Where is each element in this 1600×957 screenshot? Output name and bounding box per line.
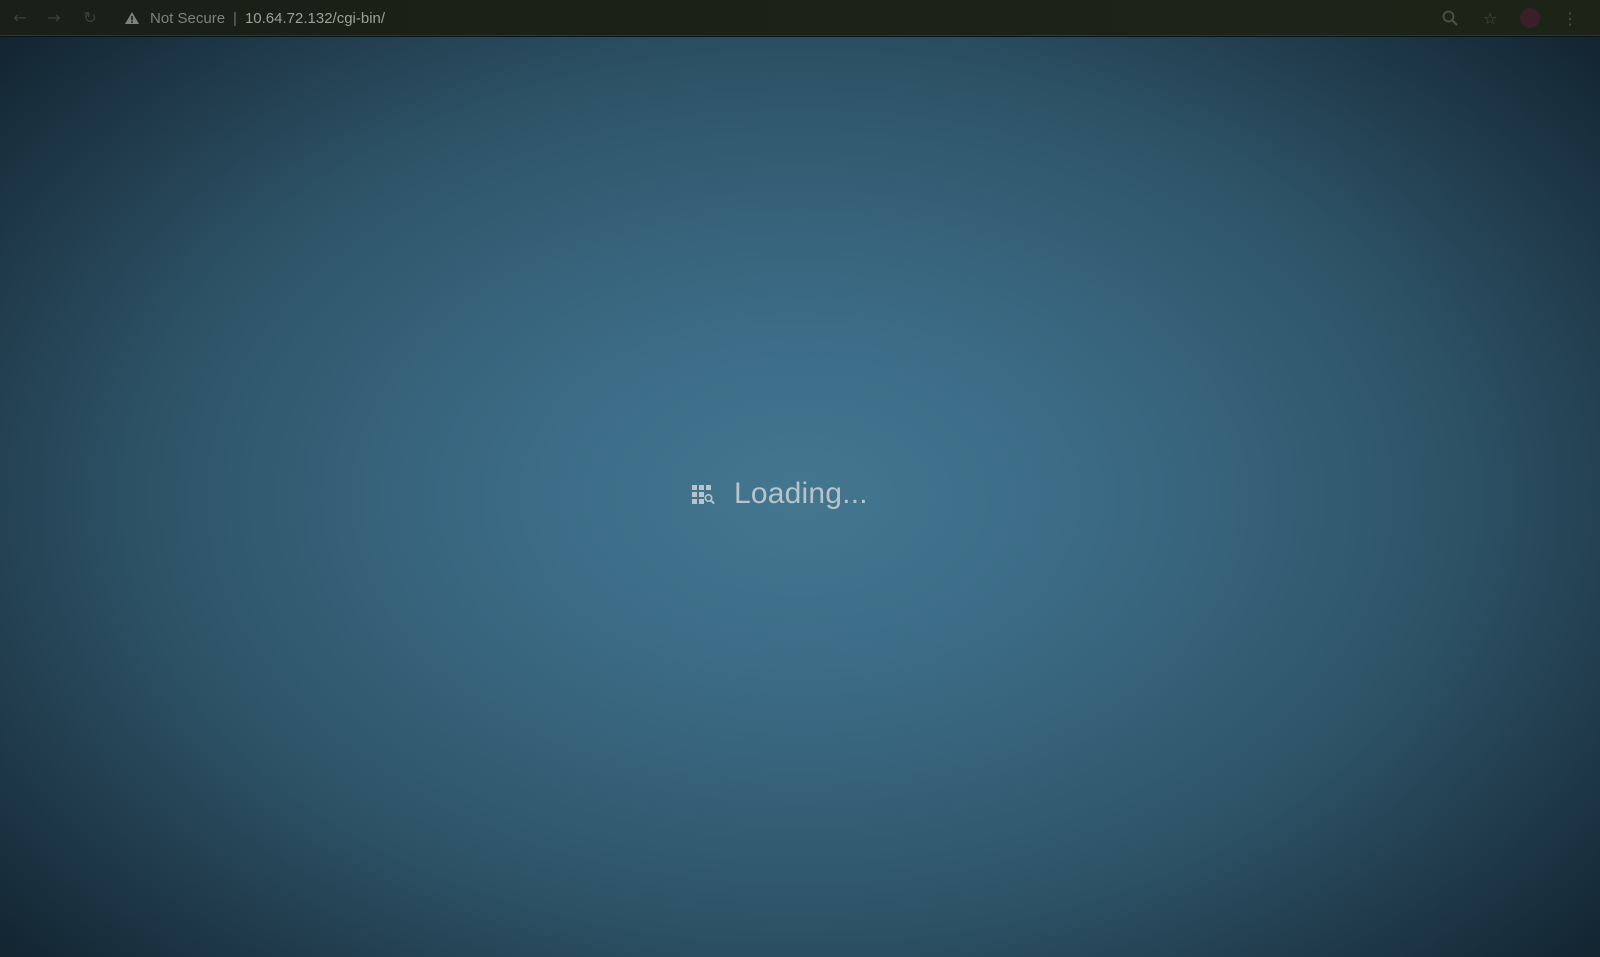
reload-button[interactable]: ↻ bbox=[78, 6, 102, 30]
forward-button[interactable]: → bbox=[42, 6, 66, 30]
grid-search-icon bbox=[690, 481, 716, 507]
page-viewport: Loading... bbox=[0, 37, 1600, 957]
url-text[interactable]: 10.64.72.132/cgi-bin/ bbox=[245, 10, 385, 27]
back-button[interactable]: ← bbox=[8, 6, 32, 30]
profile-button[interactable] bbox=[1518, 6, 1542, 30]
toolbar-right-icons: ☆ ⋮ bbox=[1438, 6, 1582, 30]
warning-icon bbox=[124, 10, 140, 26]
browser-toolbar: ← → ↻ Not Secure | 10.64.72.132/cgi-bin/… bbox=[0, 0, 1600, 36]
security-status-label[interactable]: Not Secure bbox=[150, 10, 225, 27]
star-icon[interactable]: ☆ bbox=[1478, 6, 1502, 30]
zoom-icon[interactable] bbox=[1438, 6, 1462, 30]
reload-icon: ↻ bbox=[83, 8, 97, 27]
avatar bbox=[1520, 8, 1540, 28]
loading-text: Loading... bbox=[734, 477, 868, 510]
arrow-right-icon: → bbox=[47, 8, 61, 27]
menu-kebab-icon[interactable]: ⋮ bbox=[1558, 6, 1582, 30]
arrow-left-icon: ← bbox=[13, 8, 27, 27]
address-bar[interactable]: Not Secure | 10.64.72.132/cgi-bin/ bbox=[118, 4, 1418, 32]
address-separator: | bbox=[233, 9, 237, 27]
loading-indicator: Loading... bbox=[690, 474, 868, 514]
